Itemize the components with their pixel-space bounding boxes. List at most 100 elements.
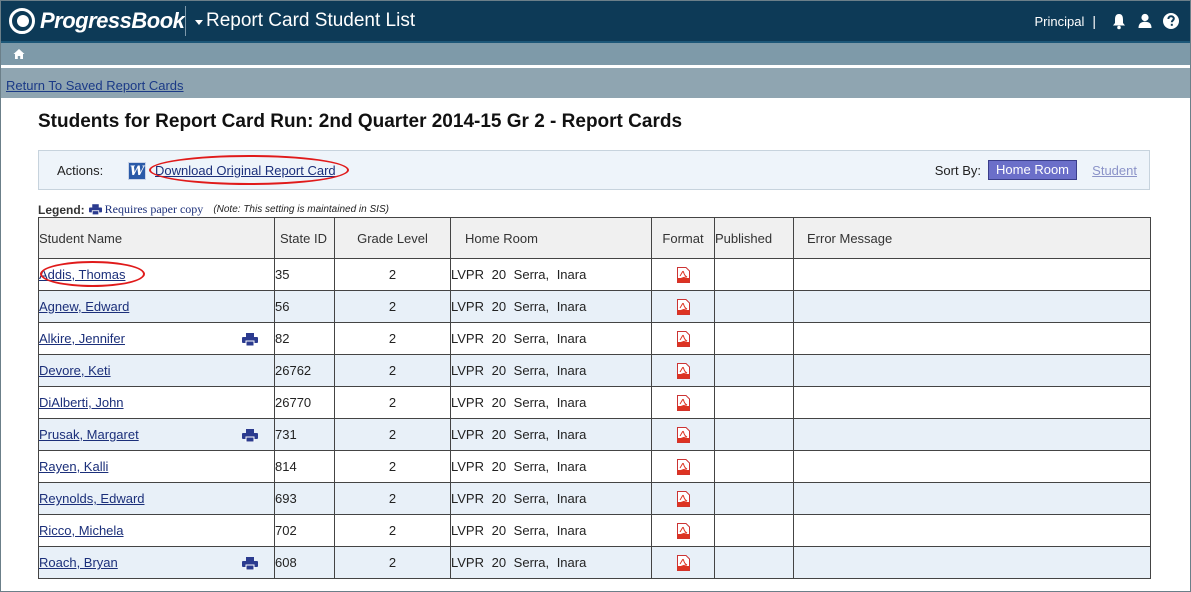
table-header-row: Student Name State ID Grade Level Home R… bbox=[38, 217, 1151, 259]
legend-requires-paper-copy: Requires paper copy bbox=[104, 202, 204, 216]
error-message-cell bbox=[793, 450, 1151, 483]
pdf-icon[interactable] bbox=[676, 426, 690, 443]
column-header-grade-level[interactable]: Grade Level bbox=[334, 217, 451, 259]
bell-icon[interactable] bbox=[1110, 12, 1128, 30]
pdf-icon[interactable] bbox=[676, 490, 690, 507]
logo-text: ProgressBook bbox=[40, 8, 185, 33]
home-room-cell: LVPR 20 Serra, Inara bbox=[450, 290, 652, 323]
table-row: Addis, Thomas 35 2 LVPR 20 Serra, Inara bbox=[38, 258, 1151, 291]
table-row: Ricco, Michela 702 2 LVPR 20 Serra, Inara bbox=[38, 514, 1151, 547]
printer-icon bbox=[242, 333, 258, 346]
student-name-cell: Agnew, Edward bbox=[38, 290, 275, 323]
format-cell bbox=[651, 386, 715, 419]
student-name-cell: Roach, Bryan bbox=[38, 546, 275, 579]
published-cell bbox=[714, 386, 794, 419]
student-table: Student Name State ID Grade Level Home R… bbox=[38, 217, 1151, 579]
student-name-link[interactable]: Roach, Bryan bbox=[39, 555, 118, 570]
table-row: Roach, Bryan 608 2 LVPR 20 Serra, Inara bbox=[38, 546, 1151, 579]
legend: Legend: Requires paper copy (Note: This … bbox=[38, 202, 389, 217]
format-cell bbox=[651, 482, 715, 515]
app-title-menu[interactable]: Report Card Student List bbox=[195, 10, 415, 32]
student-name-link[interactable]: DiAlberti, John bbox=[39, 395, 124, 410]
pdf-icon[interactable] bbox=[676, 554, 690, 571]
pdf-icon[interactable] bbox=[676, 298, 690, 315]
main-content: Students for Report Card Run: 2nd Quarte… bbox=[23, 98, 1172, 591]
role-separator: | bbox=[1092, 13, 1096, 29]
progressbook-logo-icon bbox=[9, 8, 35, 34]
logo[interactable]: ProgressBook bbox=[9, 7, 185, 35]
published-cell bbox=[714, 482, 794, 515]
home-room-cell: LVPR 20 Serra, Inara bbox=[450, 322, 652, 355]
error-message-cell bbox=[793, 386, 1151, 419]
column-header-student-name[interactable]: Student Name bbox=[38, 217, 275, 259]
published-cell bbox=[714, 322, 794, 355]
column-header-home-room[interactable]: Home Room bbox=[450, 217, 652, 259]
pdf-icon[interactable] bbox=[676, 362, 690, 379]
error-message-cell bbox=[793, 546, 1151, 579]
breadcrumb: Return To Saved Report Cards bbox=[1, 68, 1190, 98]
role-link[interactable]: Principal bbox=[1035, 14, 1085, 29]
pdf-icon[interactable] bbox=[676, 330, 690, 347]
student-name-link[interactable]: Addis, Thomas bbox=[39, 267, 125, 282]
grade-level-cell: 2 bbox=[334, 514, 451, 547]
grade-level-cell: 2 bbox=[334, 450, 451, 483]
home-icon[interactable] bbox=[13, 48, 25, 60]
format-cell bbox=[651, 418, 715, 451]
home-room-cell: LVPR 20 Serra, Inara bbox=[450, 546, 652, 579]
format-cell bbox=[651, 290, 715, 323]
printer-icon bbox=[242, 429, 258, 442]
student-name-cell: DiAlberti, John bbox=[38, 386, 275, 419]
student-name-cell: Devore, Keti bbox=[38, 354, 275, 387]
pdf-icon[interactable] bbox=[676, 266, 690, 283]
error-message-cell bbox=[793, 482, 1151, 515]
home-room-cell: LVPR 20 Serra, Inara bbox=[450, 482, 652, 515]
state-id-cell: 608 bbox=[274, 546, 335, 579]
state-id-cell: 26770 bbox=[274, 386, 335, 419]
app-title: Report Card Student List bbox=[206, 10, 416, 31]
student-name-link[interactable]: Prusak, Margaret bbox=[39, 427, 139, 442]
student-name-link[interactable]: Alkire, Jennifer bbox=[39, 331, 125, 346]
published-cell bbox=[714, 258, 794, 291]
published-cell bbox=[714, 354, 794, 387]
published-cell bbox=[714, 450, 794, 483]
pdf-icon[interactable] bbox=[676, 394, 690, 411]
student-name-link[interactable]: Agnew, Edward bbox=[39, 299, 129, 314]
format-cell bbox=[651, 450, 715, 483]
student-name-link[interactable]: Ricco, Michela bbox=[39, 523, 124, 538]
error-message-cell bbox=[793, 418, 1151, 451]
format-cell bbox=[651, 322, 715, 355]
column-header-error-message[interactable]: Error Message bbox=[793, 217, 1151, 259]
printer-icon bbox=[88, 204, 102, 215]
student-name-link[interactable]: Reynolds, Edward bbox=[39, 491, 145, 506]
actions-label: Actions: bbox=[57, 163, 104, 178]
table-row: Prusak, Margaret 731 2 LVPR 20 Serra, Inara bbox=[38, 418, 1151, 451]
home-room-cell: LVPR 20 Serra, Inara bbox=[450, 418, 652, 451]
error-message-cell bbox=[793, 258, 1151, 291]
column-header-state-id[interactable]: State ID bbox=[274, 217, 335, 259]
format-cell bbox=[651, 546, 715, 579]
home-room-cell: LVPR 20 Serra, Inara bbox=[450, 354, 652, 387]
student-name-link[interactable]: Devore, Keti bbox=[39, 363, 111, 378]
pdf-icon[interactable] bbox=[676, 458, 690, 475]
grade-level-cell: 2 bbox=[334, 354, 451, 387]
word-document-icon[interactable]: W bbox=[128, 162, 146, 180]
published-cell bbox=[714, 290, 794, 323]
student-name-cell: Alkire, Jennifer bbox=[38, 322, 275, 355]
state-id-cell: 26762 bbox=[274, 354, 335, 387]
actions-bar: Actions: W Download Original Report Card… bbox=[38, 150, 1150, 190]
app-window: ProgressBook Report Card Student List Pr… bbox=[0, 0, 1191, 592]
download-original-report-card-link[interactable]: Download Original Report Card bbox=[155, 163, 336, 178]
grade-level-cell: 2 bbox=[334, 418, 451, 451]
return-to-saved-report-cards-link[interactable]: Return To Saved Report Cards bbox=[6, 78, 184, 93]
sort-student-link[interactable]: Student bbox=[1092, 163, 1137, 178]
column-header-format[interactable]: Format bbox=[651, 217, 715, 259]
top-right-tools: Principal | bbox=[1035, 1, 1181, 41]
printer-icon bbox=[242, 557, 258, 570]
help-icon[interactable] bbox=[1162, 12, 1180, 30]
user-icon[interactable] bbox=[1136, 12, 1154, 30]
published-cell bbox=[714, 514, 794, 547]
pdf-icon[interactable] bbox=[676, 522, 690, 539]
student-name-link[interactable]: Rayen, Kalli bbox=[39, 459, 108, 474]
column-header-published[interactable]: Published bbox=[714, 217, 794, 259]
sort-home-room-button[interactable]: Home Room bbox=[988, 160, 1077, 180]
